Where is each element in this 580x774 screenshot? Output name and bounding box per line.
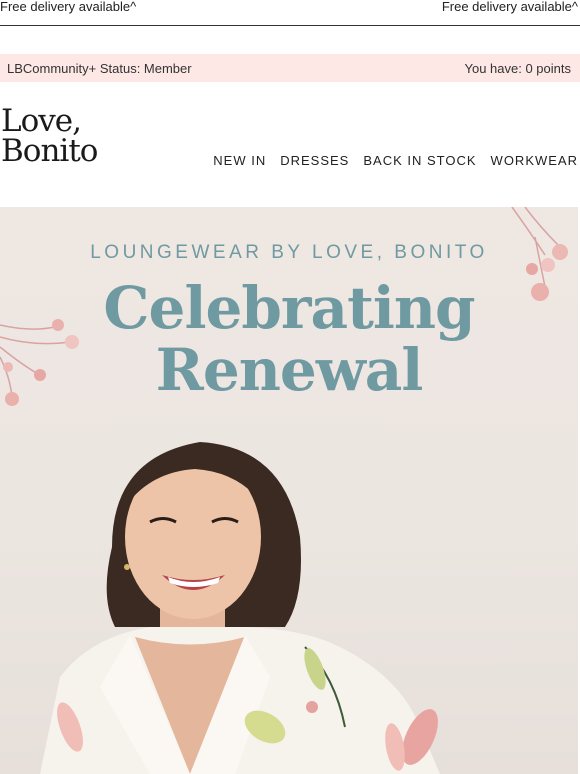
headline-line-1: Celebrating xyxy=(103,274,475,342)
nav-back-in-stock[interactable]: BACK IN STOCK xyxy=(363,153,476,168)
logo-line-1: Love, xyxy=(1,103,82,139)
nav-new-in[interactable]: NEW IN xyxy=(213,153,266,168)
logo-line-2: Bonito xyxy=(1,133,98,169)
points-balance: You have: 0 points xyxy=(464,61,572,76)
main-nav: NEW IN DRESSES BACK IN STOCK WORKWEAR xyxy=(213,153,578,168)
hero-headline: Celebrating Renewal xyxy=(0,277,578,401)
free-delivery-text-left: Free delivery available^ xyxy=(0,0,137,14)
membership-status-bar: LBCommunity+ Status: Member You have: 0 … xyxy=(0,54,580,82)
membership-status: LBCommunity+ Status: Member xyxy=(7,61,192,76)
headline-line-2: Renewal xyxy=(155,336,424,404)
hero-kicker: LOUNGEWEAR BY LOVE, BONITO xyxy=(90,242,488,263)
hero-banner[interactable]: LOUNGEWEAR BY LOVE, BONITO Celebrating R… xyxy=(0,207,578,774)
free-delivery-text-right: Free delivery available^ xyxy=(441,0,578,14)
nav-dresses[interactable]: DRESSES xyxy=(280,153,349,168)
brand-logo[interactable]: Love, Bonito xyxy=(1,103,98,169)
nav-workwear[interactable]: WORKWEAR xyxy=(491,153,578,168)
promo-top-bar: Free delivery available^ Free delivery a… xyxy=(0,0,580,26)
